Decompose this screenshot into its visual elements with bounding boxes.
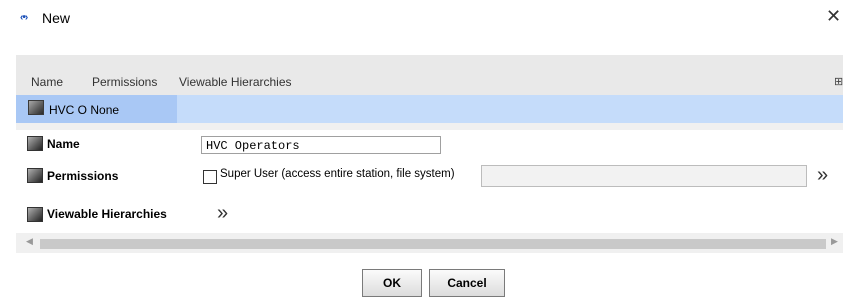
table-row[interactable]: HVC O None xyxy=(16,95,843,123)
viewable-hierarchies-chevron-icon[interactable]: » xyxy=(217,203,228,223)
scroll-left-icon[interactable]: ◀ xyxy=(26,236,33,247)
row-name: HVC O None xyxy=(49,103,120,117)
super-user-label: Super User (access entire station, file … xyxy=(220,168,455,180)
viewable-hierarchies-property-icon xyxy=(27,207,43,222)
column-chooser-icon[interactable]: ⊞ xyxy=(834,75,843,88)
name-field[interactable]: HVC Operators xyxy=(201,136,441,154)
cancel-button[interactable]: Cancel xyxy=(429,269,505,297)
horizontal-scrollbar[interactable]: ◀ ▶ xyxy=(16,233,843,253)
ok-button[interactable]: OK xyxy=(362,269,422,297)
column-header-permissions[interactable]: Permissions xyxy=(92,75,157,89)
permissions-property-icon xyxy=(27,168,43,183)
super-user-checkbox[interactable] xyxy=(203,170,217,184)
column-header-name[interactable]: Name xyxy=(31,75,63,89)
name-label: Name xyxy=(47,137,80,151)
close-icon[interactable]: ✕ xyxy=(826,6,841,27)
permissions-chevron-icon[interactable]: » xyxy=(817,165,828,185)
title-bar: ‹•› New ✕ xyxy=(0,0,843,40)
permissions-field[interactable] xyxy=(481,165,807,187)
column-header-viewable-hierarchies[interactable]: Viewable Hierarchies xyxy=(179,75,292,89)
scrollbar-thumb[interactable] xyxy=(40,239,826,249)
row-name-cell: HVC O None xyxy=(16,95,177,123)
table-header: Name Permissions Viewable Hierarchies ⊞ xyxy=(16,55,843,96)
row-permissions: None xyxy=(90,103,120,117)
viewable-hierarchies-label: Viewable Hierarchies xyxy=(47,207,167,221)
window-title: New xyxy=(42,10,71,26)
user-icon xyxy=(28,100,44,115)
scroll-right-icon[interactable]: ▶ xyxy=(831,236,838,247)
app-logo-icon: ‹•› xyxy=(20,12,28,23)
name-property-icon xyxy=(27,136,43,151)
permissions-label: Permissions xyxy=(47,169,119,183)
